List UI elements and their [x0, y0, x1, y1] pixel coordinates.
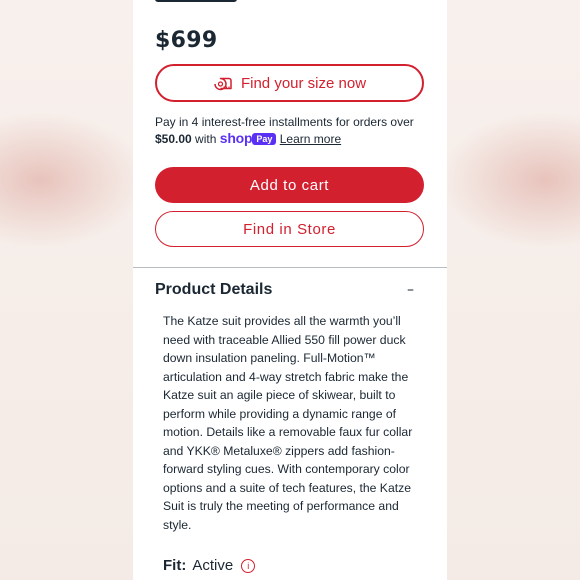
fit-row: Fit: Active i [163, 557, 256, 574]
find-your-size-label: Find your size now [240, 74, 367, 92]
installments-message: Pay in 4 interest-free installments for … [155, 115, 414, 129]
product-details-title: Product Details [155, 281, 273, 298]
product-details-toggle[interactable]: Product Details – [155, 278, 424, 302]
fit-label: Fit: [163, 557, 187, 574]
shop-pay-logo: shop [219, 130, 253, 146]
find-your-size-button[interactable]: Find your size now [155, 64, 424, 102]
fit-value: Active [192, 557, 234, 574]
learn-more-link[interactable]: Learn more [280, 132, 341, 146]
section-divider [133, 267, 447, 268]
installments-minimum-amount: $50.00 [155, 132, 192, 146]
product-panel: $699 Find your size now Pay in 4 interes… [133, 0, 447, 580]
installments-with: with [195, 132, 217, 146]
installments-text: Pay in 4 interest-free installments for … [155, 114, 430, 147]
product-description: The Katze suit provides all the warmth y… [163, 314, 413, 532]
info-icon[interactable]: i [241, 558, 256, 573]
measuring-tape-icon [213, 76, 233, 91]
add-to-cart-button[interactable]: Add to cart [155, 167, 424, 203]
product-price: $699 [155, 28, 218, 53]
collapse-minus-icon[interactable]: – [407, 283, 414, 297]
variant-option-box[interactable] [155, 0, 237, 2]
find-in-store-button[interactable]: Find in Store [155, 211, 424, 247]
shop-pay-badge: Pay [252, 133, 277, 145]
